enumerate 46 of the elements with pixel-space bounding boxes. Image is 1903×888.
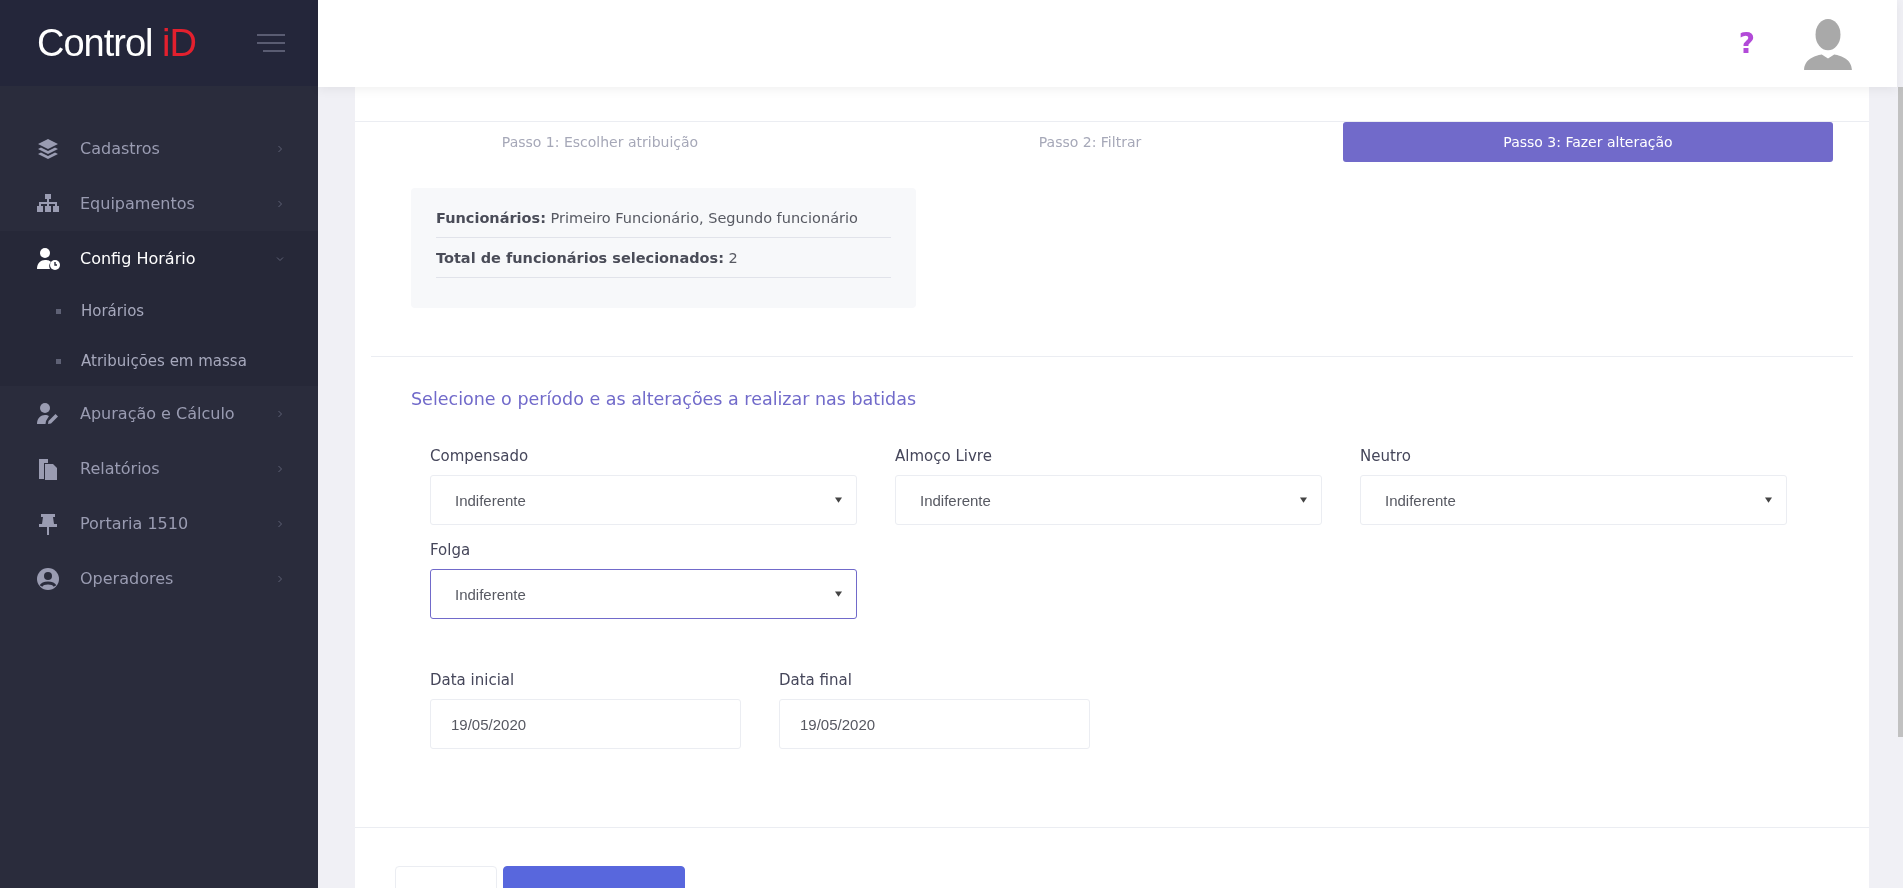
chevron-icon bbox=[275, 143, 285, 154]
documents-icon bbox=[36, 456, 60, 481]
select-field[interactable]: Indiferente bbox=[895, 475, 1322, 525]
caret-icon bbox=[1765, 497, 1772, 503]
caret-icon bbox=[1300, 497, 1307, 503]
field-label: Compensado bbox=[430, 447, 530, 465]
date-field[interactable]: 19/05/2020 bbox=[779, 699, 1090, 749]
sidebar-item[interactable]: Config Horário bbox=[0, 231, 318, 286]
caret-icon bbox=[835, 497, 842, 503]
chevron-icon bbox=[275, 518, 285, 529]
select-field[interactable]: Indiferente bbox=[1360, 475, 1787, 525]
field-label: Folga bbox=[430, 541, 472, 559]
layers-icon bbox=[36, 136, 60, 161]
chevron-icon bbox=[275, 408, 285, 419]
sidebar-item[interactable]: Apuração e Cálculo bbox=[0, 386, 318, 441]
sidebar-subitem[interactable]: Atribuições em massa bbox=[0, 336, 318, 386]
sidebar-item[interactable]: Operadores bbox=[0, 551, 318, 606]
sidebar-item[interactable]: Relatórios bbox=[0, 441, 318, 496]
total-text: Total de funcionários selecionados: 2 bbox=[436, 250, 738, 266]
sidebar-item[interactable]: Cadastros bbox=[0, 121, 318, 176]
select-field[interactable]: Indiferente bbox=[430, 569, 857, 619]
sidebar-item[interactable]: Portaria 1510 bbox=[0, 496, 318, 551]
help-icon[interactable]: ? bbox=[1738, 27, 1755, 60]
field-label: Almoço Livre bbox=[895, 447, 993, 465]
field-label: Data final bbox=[779, 671, 853, 689]
user-pen-icon bbox=[36, 401, 60, 426]
step-tab[interactable]: Passo 3: Fazer alteração bbox=[1343, 122, 1833, 162]
avatar-icon[interactable] bbox=[1801, 17, 1855, 70]
date-field[interactable]: 19/05/2020 bbox=[430, 699, 741, 749]
select-field[interactable]: Indiferente bbox=[430, 475, 857, 525]
field-label: Neutro bbox=[1360, 447, 1412, 465]
chevron-icon bbox=[275, 198, 285, 209]
menu-icon[interactable] bbox=[254, 33, 288, 53]
pushpin-icon bbox=[36, 511, 60, 536]
chevron-icon bbox=[275, 463, 285, 474]
section-title: Selecione o período e as alterações a realizar nas batidas bbox=[411, 389, 918, 409]
user-circle-icon bbox=[36, 566, 60, 591]
sidebar-subitem[interactable]: Horários bbox=[0, 286, 318, 336]
logo: Control iD bbox=[37, 21, 196, 65]
field-label: Data inicial bbox=[430, 671, 516, 689]
employees-text: Funcionários: Primeiro Funcionário, Segundo funcionário bbox=[436, 210, 858, 226]
sidebar-item[interactable]: Equipamentos bbox=[0, 176, 318, 231]
caret-icon bbox=[835, 591, 842, 597]
scrollbar[interactable] bbox=[1898, 87, 1903, 737]
chevron-icon bbox=[275, 573, 285, 584]
user-clock-icon bbox=[36, 246, 60, 271]
